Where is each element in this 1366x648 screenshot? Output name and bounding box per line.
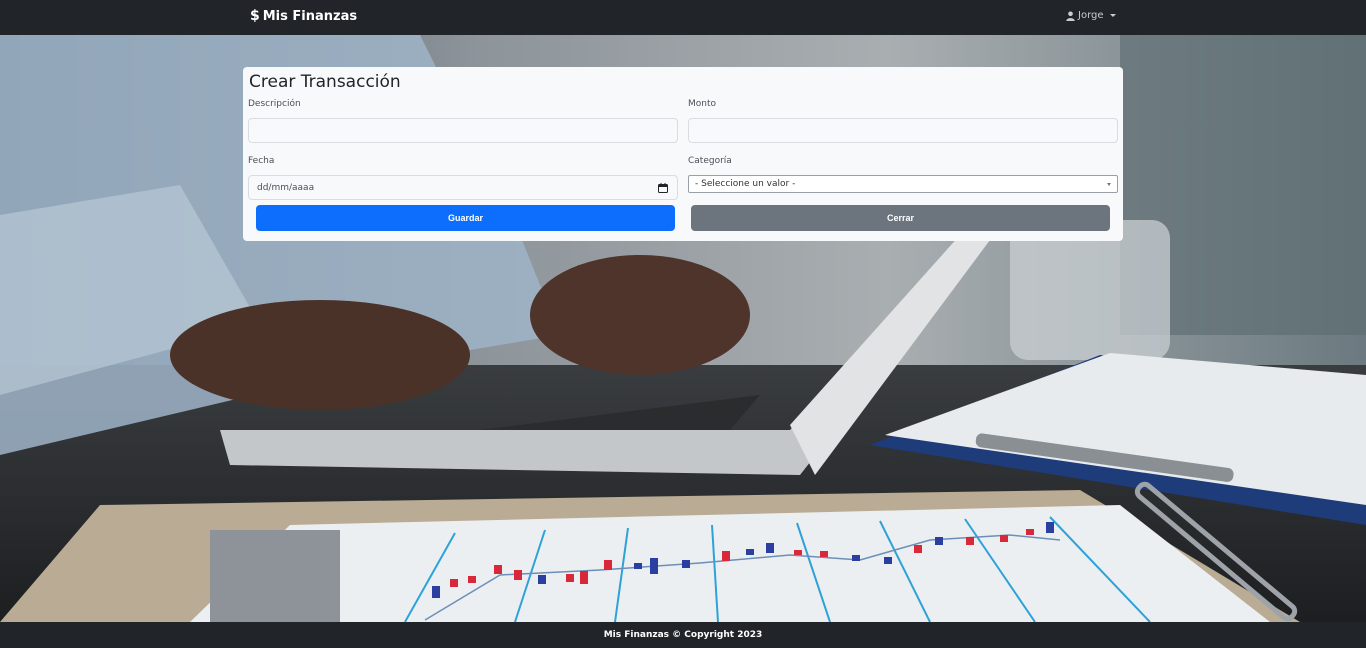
navbar: $ Mis Finanzas Jorge [0, 0, 1366, 35]
monto-label: Monto [688, 99, 717, 109]
save-button[interactable]: Guardar [256, 205, 675, 231]
fecha-input[interactable]: dd/mm/aaaa [248, 175, 678, 200]
user-name: Jorge [1078, 10, 1104, 21]
categoria-label: Categoría [688, 156, 732, 166]
categoria-select[interactable]: - Seleccione un valor - [688, 175, 1118, 193]
descripcion-label: Descripción [248, 99, 301, 109]
calendar-icon[interactable] [658, 183, 668, 193]
chevron-down-icon [1107, 183, 1111, 186]
page-title: Crear Transacción [249, 72, 401, 92]
dollar-icon: $ [250, 8, 260, 24]
create-transaction-form: Crear Transacción Descripción Monto Fech… [243, 67, 1123, 241]
close-button[interactable]: Cerrar [691, 205, 1110, 231]
brand-link[interactable]: $ Mis Finanzas [250, 8, 357, 24]
person-icon [1066, 11, 1075, 21]
descripcion-input[interactable] [248, 118, 678, 143]
user-menu[interactable]: Jorge [1066, 10, 1116, 21]
footer: Mis Finanzas © Copyright 2023 [0, 622, 1366, 648]
footer-text: Mis Finanzas © Copyright 2023 [603, 630, 763, 640]
brand-label: Mis Finanzas [262, 8, 358, 24]
chevron-down-icon [1109, 14, 1116, 17]
monto-input[interactable] [688, 118, 1118, 143]
categoria-selected: - Seleccione un valor - [695, 179, 796, 189]
fecha-placeholder: dd/mm/aaaa [257, 182, 315, 193]
fecha-label: Fecha [248, 156, 275, 166]
